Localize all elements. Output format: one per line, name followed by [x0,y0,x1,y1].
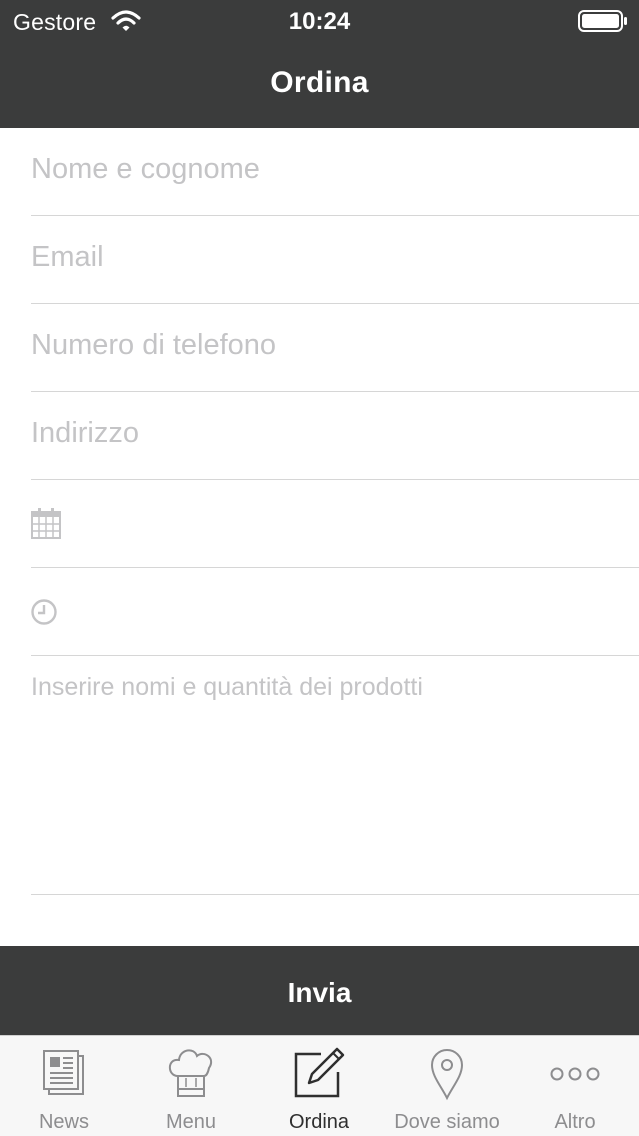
email-field[interactable]: Email [31,216,639,304]
notes-placeholder: Inserire nomi e quantità dei prodotti [31,673,423,701]
order-screen: Gestore 10:24 Ordina Nome e cognome Emai… [0,0,639,1136]
top-bar: Gestore 10:24 Ordina [0,0,639,128]
tab-ordina[interactable]: Ordina [255,1036,383,1136]
address-placeholder: Indirizzo [31,417,139,449]
tab-dove-siamo[interactable]: Dove siamo [383,1036,511,1136]
page-title: Ordina [270,66,369,99]
battery-icon [578,10,627,32]
send-button[interactable]: Invia [0,946,639,1035]
clock-icon [31,599,57,625]
status-bar: Gestore 10:24 [0,0,639,44]
tab-news-label: News [38,1111,89,1133]
phone-placeholder: Numero di telefono [31,329,277,361]
date-field[interactable] [31,480,639,568]
tab-altro[interactable]: Altro [511,1036,639,1136]
tab-ordina-label: Ordina [288,1111,350,1133]
more-icon [550,1067,600,1081]
address-field[interactable]: Indirizzo [31,392,639,480]
name-field[interactable]: Nome e cognome [31,128,639,216]
status-time: 10:24 [288,8,351,35]
tab-news[interactable]: News [0,1036,128,1136]
calendar-icon [31,508,61,539]
email-placeholder: Email [31,241,104,273]
name-placeholder: Nome e cognome [31,153,260,185]
tab-menu[interactable]: Menu [127,1036,255,1136]
edit-icon [294,1047,345,1098]
tab-altro-label: Altro [554,1111,596,1133]
tab-menu-label: Menu [165,1111,217,1133]
location-pin-icon [430,1049,464,1101]
chef-hat-icon [168,1049,213,1097]
tab-dove-siamo-label: Dove siamo [394,1111,500,1133]
products-notes-field[interactable]: Inserire nomi e quantità dei prodotti [31,655,639,895]
phone-field[interactable]: Numero di telefono [31,304,639,392]
newspaper-icon [43,1050,84,1095]
tab-bar: News Menu Ordina Dove siamo Altro [0,1035,639,1136]
time-field[interactable] [31,568,639,656]
